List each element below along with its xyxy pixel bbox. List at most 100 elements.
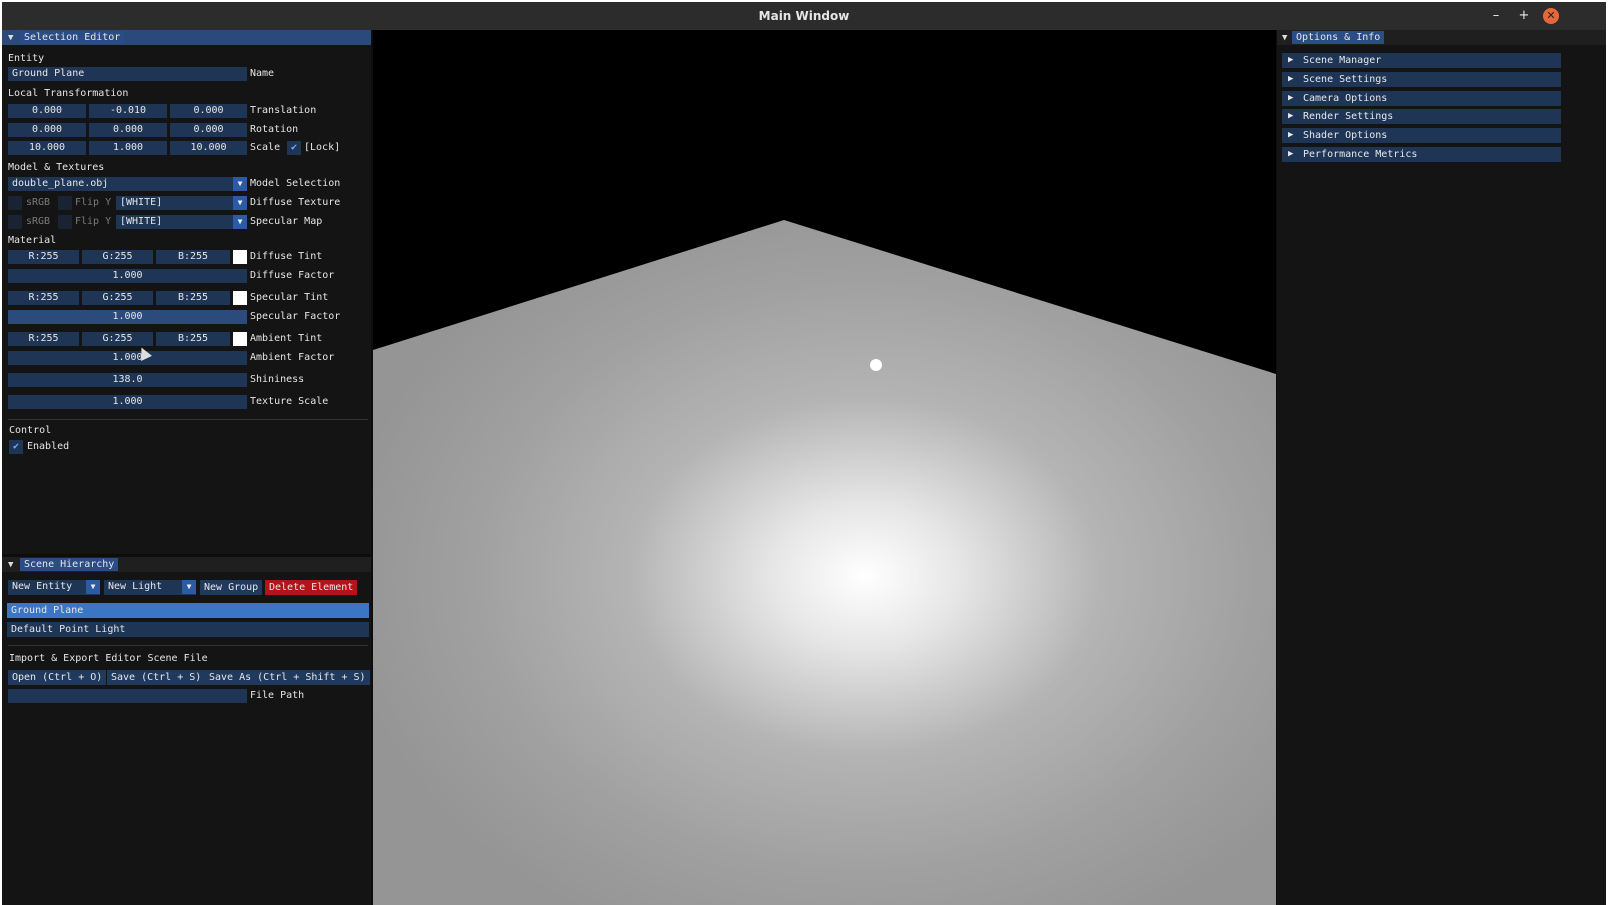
new-group-button[interactable]: New Group	[200, 580, 263, 595]
model-selection-value: double_plane.obj	[12, 178, 109, 189]
diffuse-tint-g-input[interactable]: G:255	[82, 250, 153, 264]
dropdown-arrow-icon[interactable]: ▼	[233, 177, 247, 191]
lock-label: [Lock]	[304, 142, 341, 153]
expand-triangle-icon: ▶	[1288, 130, 1294, 140]
specular-map-dropdown[interactable]: [WHITE] ▼	[116, 215, 247, 229]
expand-triangle-icon: ▶	[1288, 74, 1294, 84]
scene-hierarchy-titlebar[interactable]: ▼ Scene Hierarchy	[2, 557, 371, 572]
new-entity-label: New Entity	[12, 581, 73, 592]
section-render-settings[interactable]: ▶ Render Settings	[1282, 109, 1561, 124]
main-window: Main Window – + ✕ ▼ Selection Editor Ent…	[2, 2, 1606, 905]
local-transformation-header: Local Transformation	[8, 88, 129, 99]
delete-element-button[interactable]: Delete Element	[265, 580, 358, 595]
3d-viewport[interactable]	[373, 30, 1276, 905]
ambient-tint-swatch[interactable]	[233, 332, 247, 346]
section-scene-manager[interactable]: ▶ Scene Manager	[1282, 53, 1561, 68]
ambient-factor-slider[interactable]: 1.000	[8, 351, 247, 365]
model-selection-label: Model Selection	[250, 178, 341, 189]
hierarchy-item-ground-plane[interactable]: Ground Plane	[7, 603, 369, 618]
new-entity-dropdown[interactable]: New Entity ▼	[8, 580, 100, 595]
dropdown-arrow-icon[interactable]: ▼	[182, 580, 196, 594]
diffuse-tint-b-input[interactable]: B:255	[156, 250, 230, 264]
specular-tint-b-input[interactable]: B:255	[156, 291, 230, 305]
expand-triangle-icon: ▶	[1288, 93, 1294, 103]
import-export-header: Import & Export Editor Scene File	[9, 653, 208, 664]
dropdown-arrow-icon[interactable]: ▼	[86, 580, 100, 594]
shininess-slider[interactable]: 138.0	[8, 373, 247, 387]
section-label: Scene Settings	[1303, 74, 1388, 85]
rotation-label: Rotation	[250, 124, 299, 135]
point-light-marker[interactable]	[870, 359, 882, 371]
diffuse-flipy-checkbox[interactable]	[58, 196, 72, 210]
name-label: Name	[250, 68, 275, 79]
diffuse-tint-r-input[interactable]: R:255	[8, 250, 79, 264]
translation-z-input[interactable]: 0.000	[170, 104, 247, 118]
hierarchy-item-default-point-light[interactable]: Default Point Light	[7, 622, 369, 637]
specular-factor-label: Specular Factor	[250, 311, 341, 322]
ambient-tint-r-input[interactable]: R:255	[8, 332, 79, 346]
collapse-triangle-icon[interactable]: ▼	[8, 33, 13, 43]
name-input[interactable]: Ground Plane	[8, 67, 247, 81]
section-shader-options[interactable]: ▶ Shader Options	[1282, 128, 1561, 143]
section-performance-metrics[interactable]: ▶ Performance Metrics	[1282, 147, 1561, 162]
options-info-title: Options & Info	[1292, 31, 1385, 44]
diffuse-texture-dropdown[interactable]: [WHITE] ▼	[116, 196, 247, 210]
file-path-label: File Path	[250, 690, 305, 701]
scale-lock-checkbox[interactable]: ✔	[287, 141, 301, 155]
section-scene-settings[interactable]: ▶ Scene Settings	[1282, 72, 1561, 87]
ground-plane	[373, 220, 1276, 905]
dropdown-arrow-icon[interactable]: ▼	[233, 215, 247, 229]
expand-triangle-icon: ▶	[1288, 55, 1294, 65]
specular-flipy-checkbox[interactable]	[58, 215, 72, 229]
ambient-tint-g-input[interactable]: G:255	[82, 332, 153, 346]
ambient-tint-b-input[interactable]: B:255	[156, 332, 230, 346]
save-button[interactable]: Save (Ctrl + S)	[107, 670, 206, 685]
diffuse-factor-slider[interactable]: 1.000	[8, 269, 247, 283]
specular-flipy-label: Flip Y	[75, 216, 112, 227]
maximize-button[interactable]: +	[1516, 8, 1532, 24]
translation-x-input[interactable]: 0.000	[8, 104, 86, 118]
rotation-y-input[interactable]: 0.000	[89, 123, 167, 137]
enabled-label: Enabled	[27, 441, 70, 452]
section-divider	[8, 419, 368, 420]
expand-triangle-icon: ▶	[1288, 149, 1294, 159]
title-bar: Main Window – + ✕	[2, 2, 1606, 30]
specular-factor-slider[interactable]: 1.000	[8, 310, 247, 324]
scale-z-input[interactable]: 10.000	[170, 141, 247, 155]
section-label: Scene Manager	[1303, 55, 1382, 66]
scale-label: Scale	[250, 142, 281, 153]
rotation-z-input[interactable]: 0.000	[170, 123, 247, 137]
new-light-dropdown[interactable]: New Light ▼	[104, 580, 196, 595]
expand-triangle-icon: ▶	[1288, 111, 1294, 121]
rotation-x-input[interactable]: 0.000	[8, 123, 86, 137]
file-path-input[interactable]	[8, 689, 247, 703]
enabled-checkbox[interactable]: ✔	[9, 440, 23, 454]
specular-srgb-checkbox[interactable]	[8, 215, 22, 229]
model-selection-dropdown[interactable]: double_plane.obj ▼	[8, 177, 247, 191]
scale-x-input[interactable]: 10.000	[8, 141, 86, 155]
open-button[interactable]: Open (Ctrl + O)	[8, 670, 107, 685]
section-label: Camera Options	[1303, 93, 1388, 104]
selection-editor-titlebar[interactable]: ▼ Selection Editor	[2, 30, 371, 45]
scale-y-input[interactable]: 1.000	[89, 141, 167, 155]
options-info-titlebar[interactable]: ▼ Options & Info	[1277, 30, 1606, 45]
section-divider	[8, 645, 368, 646]
diffuse-tint-swatch[interactable]	[233, 250, 247, 264]
texture-scale-slider[interactable]: 1.000	[8, 395, 247, 409]
specular-tint-r-input[interactable]: R:255	[8, 291, 79, 305]
diffuse-srgb-checkbox[interactable]	[8, 196, 22, 210]
dropdown-arrow-icon[interactable]: ▼	[233, 196, 247, 210]
specular-tint-g-input[interactable]: G:255	[82, 291, 153, 305]
minimize-button[interactable]: –	[1488, 8, 1504, 24]
translation-y-input[interactable]: -0.010	[89, 104, 167, 118]
collapse-triangle-icon[interactable]: ▼	[8, 560, 13, 570]
specular-map-label: Specular Map	[250, 216, 323, 227]
ambient-factor-label: Ambient Factor	[250, 352, 335, 363]
specular-tint-swatch[interactable]	[233, 291, 247, 305]
save-as-button[interactable]: Save As (Ctrl + Shift + S)	[205, 670, 370, 685]
specular-map-value: [WHITE]	[120, 216, 163, 227]
close-button[interactable]: ✕	[1543, 8, 1559, 24]
collapse-triangle-icon[interactable]: ▼	[1282, 33, 1287, 43]
specular-srgb-label: sRGB	[26, 216, 51, 227]
section-camera-options[interactable]: ▶ Camera Options	[1282, 91, 1561, 106]
